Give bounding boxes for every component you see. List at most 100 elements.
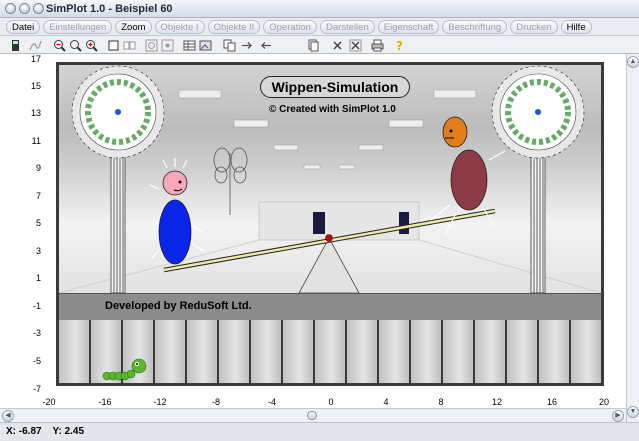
menu-datei[interactable]: Datei — [6, 20, 41, 34]
developer-band: Developed by ReduSoft Ltd. — [59, 293, 601, 320]
menu-objekte-1[interactable]: Objekte I — [154, 20, 205, 34]
menu-einstellungen[interactable]: Einstellungen — [43, 20, 113, 34]
zoom-out-icon[interactable] — [52, 38, 66, 52]
x-coordinate-value: -6.87 — [18, 426, 42, 437]
plot-area[interactable]: Wippen-Simulation © Created with SimPlot… — [56, 62, 604, 386]
minimize-window-button[interactable] — [19, 3, 30, 14]
y-tick-label: 1 — [35, 273, 41, 283]
caterpillar-icon — [102, 358, 147, 381]
x-tick-label: 8 — [438, 397, 444, 407]
strip-cell — [219, 320, 249, 383]
y-tick-label: -3 — [32, 328, 41, 338]
vertical-scrollbar[interactable]: ▲ ▼ — [626, 54, 639, 422]
status-bar: X: -6.87 Y: 2.45 — [0, 422, 639, 441]
calculator-icon[interactable] — [8, 38, 22, 52]
close-window-button[interactable] — [5, 3, 16, 14]
strip-cell — [315, 320, 345, 383]
scroll-left-button[interactable]: ◀ — [2, 410, 14, 422]
y-tick-label: 5 — [35, 218, 41, 228]
strip-cell — [347, 320, 377, 383]
y-coordinate-label: Y: — [52, 426, 62, 437]
simulation-title: Wippen-Simulation — [260, 76, 410, 98]
y-tick-label: -5 — [32, 356, 41, 366]
scroll-right-button[interactable]: ▶ — [612, 410, 624, 422]
x-tick-label: 12 — [491, 397, 502, 407]
image-icon[interactable] — [198, 38, 212, 52]
butterfly — [213, 147, 248, 215]
x-tick-label: -4 — [267, 397, 276, 407]
menu-operation[interactable]: Operation — [263, 20, 317, 34]
dual-square-icon[interactable] — [122, 38, 136, 52]
help-icon[interactable]: ? — [392, 38, 406, 52]
y-tick-label: -7 — [32, 384, 41, 394]
strip-cell — [251, 320, 281, 383]
menu-darstellen[interactable]: Darstellen — [319, 20, 375, 34]
y-tick-label: 9 — [35, 163, 41, 173]
target-icon[interactable] — [144, 38, 158, 52]
zoom-icon[interactable] — [68, 38, 82, 52]
title-bar: SimPlot 1.0 - Beispiel 60 — [0, 0, 639, 18]
grid-target-icon[interactable] — [160, 38, 174, 52]
scroll-down-button[interactable]: ▼ — [627, 406, 639, 418]
strip-cell — [411, 320, 441, 383]
copyright-text: © Created with SimPlot 1.0 — [269, 104, 396, 115]
strip-cell — [155, 320, 185, 383]
cross-icon[interactable] — [330, 38, 344, 52]
strip-cell — [475, 320, 505, 383]
horizontal-scroll-thumb[interactable] — [307, 411, 317, 420]
menu-hilfe[interactable]: Hilfe — [560, 20, 592, 34]
maximize-window-button[interactable] — [33, 3, 44, 14]
arrow-left-icon[interactable] — [258, 38, 272, 52]
menu-objekte-2[interactable]: Objekte II — [207, 20, 261, 34]
x-tick-label: -12 — [153, 397, 167, 407]
left-tower — [110, 154, 126, 293]
developer-text: Developed by ReduSoft Ltd. — [105, 300, 252, 312]
menu-beschriftung[interactable]: Beschriftung — [442, 20, 508, 34]
pages-icon[interactable] — [306, 38, 320, 52]
y-tick-label: 7 — [35, 191, 41, 201]
y-tick-label: 3 — [35, 246, 41, 256]
right-sun — [491, 65, 585, 159]
menu-bar: Datei Einstellungen Zoom Objekte I Objek… — [0, 18, 639, 36]
square-icon[interactable] — [106, 38, 120, 52]
x-tick-label: 20 — [598, 397, 609, 407]
window-title: SimPlot 1.0 - Beispiel 60 — [46, 3, 173, 15]
strip-cell — [187, 320, 217, 383]
menu-drucken[interactable]: Drucken — [510, 20, 558, 34]
copy-icon[interactable] — [222, 38, 236, 52]
y-tick-label: 17 — [30, 54, 41, 64]
horizontal-scrollbar[interactable]: ◀ ▶ — [0, 408, 626, 422]
right-tower — [530, 154, 546, 293]
strip-cell — [283, 320, 313, 383]
printer-icon[interactable] — [370, 38, 384, 52]
y-tick-label: 15 — [30, 81, 41, 91]
left-person — [149, 158, 205, 265]
x-tick-label: -20 — [42, 397, 56, 407]
strip-cell — [59, 320, 89, 383]
menu-zoom[interactable]: Zoom — [115, 20, 152, 34]
x-tick-label: 16 — [546, 397, 557, 407]
seesaw-illustration — [59, 65, 601, 293]
y-tick-label: -1 — [32, 301, 41, 311]
zoom-in-icon[interactable] — [84, 38, 98, 52]
cross-box-icon[interactable] — [348, 38, 362, 52]
menu-eigenschaft[interactable]: Eigenschaft — [377, 20, 440, 34]
x-tick-label: -8 — [211, 397, 220, 407]
toolbar: ? — [0, 36, 639, 54]
y-coordinate-value: 2.45 — [64, 426, 85, 437]
function-icon[interactable] — [28, 38, 42, 52]
y-tick-label: 11 — [31, 136, 41, 146]
scroll-up-button[interactable]: ▲ — [627, 56, 639, 68]
strip-cell — [539, 320, 569, 383]
left-sun — [71, 65, 165, 159]
x-tick-label: 4 — [383, 397, 389, 407]
strip-cell — [379, 320, 409, 383]
arrow-right-icon[interactable] — [240, 38, 254, 52]
strip-cell — [443, 320, 473, 383]
svg-text:?: ? — [396, 39, 403, 52]
strip-cell — [507, 320, 537, 383]
x-tick-label: 0 — [328, 397, 334, 407]
y-tick-label: 13 — [30, 108, 41, 118]
table-icon[interactable] — [182, 38, 196, 52]
strip-cell — [571, 320, 601, 383]
